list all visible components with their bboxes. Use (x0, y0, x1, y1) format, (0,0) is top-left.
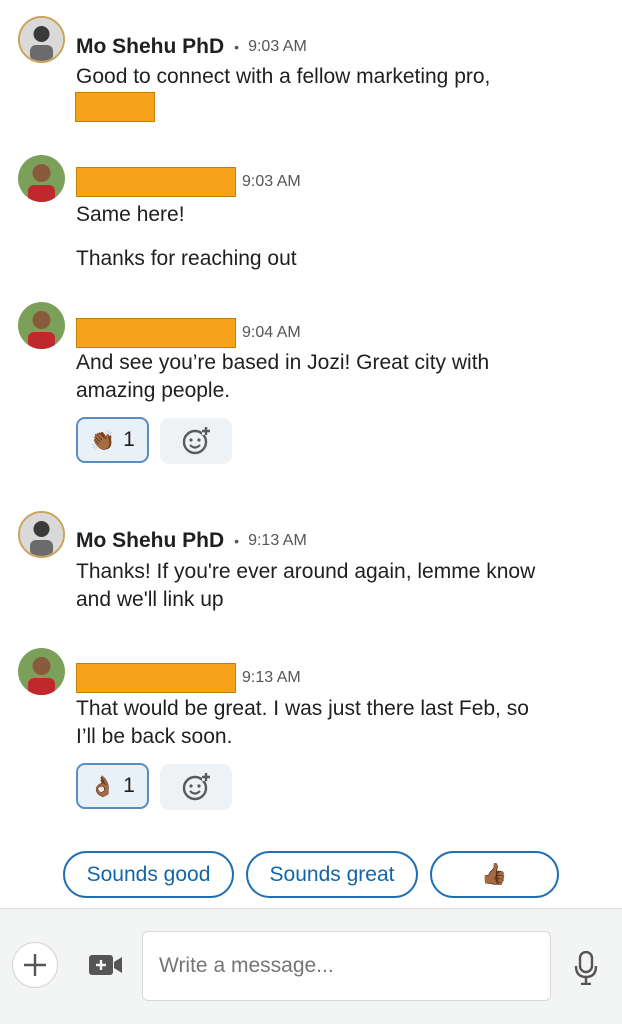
avatar[interactable] (18, 16, 65, 63)
avatar[interactable] (18, 155, 65, 202)
message-text: I’ll be back soon. (76, 725, 233, 748)
message-input[interactable] (142, 931, 551, 1001)
message-time: 9:03 AM (242, 173, 301, 190)
quick-reply-sounds-good[interactable]: Sounds good (63, 851, 234, 898)
reaction-chip[interactable]: 👏🏾 1 (76, 417, 149, 463)
microphone-icon (574, 951, 598, 985)
message-text: Thanks for reaching out (76, 247, 297, 270)
video-button[interactable] (88, 950, 124, 980)
add-reaction-button[interactable] (160, 418, 232, 464)
message-composer (0, 908, 622, 1024)
message-text: amazing people. (76, 379, 231, 402)
separator-dot: • (234, 533, 240, 549)
message-time: 9:04 AM (242, 324, 301, 341)
message-text: That would be great. I was just there la… (76, 697, 529, 720)
message-text: and we'll link up (76, 588, 224, 611)
sender-name[interactable]: Mo Shehu PhD (76, 35, 224, 59)
quick-replies: Sounds good Sounds great 👍🏾 (0, 851, 622, 899)
redacted-sender-name (76, 663, 236, 693)
reaction-chip[interactable]: 👌🏾 1 (76, 763, 149, 809)
avatar[interactable] (18, 302, 65, 349)
message-text: Good to connect with a fellow marketing … (76, 65, 491, 88)
message-text: Same here! (76, 203, 185, 226)
redacted-sender-name (76, 318, 236, 348)
microphone-button[interactable] (572, 951, 600, 985)
reaction-count: 1 (123, 774, 135, 797)
redacted-sender-name (76, 167, 236, 197)
redacted-name (75, 92, 155, 122)
plus-icon (24, 954, 46, 976)
add-reaction-button[interactable] (160, 764, 232, 810)
add-reaction-icon (182, 773, 210, 801)
message-time: 9:13 AM (248, 532, 307, 549)
message-text: And see you’re based in Jozi! Great city… (76, 351, 490, 374)
message-time: 9:13 AM (242, 669, 301, 686)
add-reaction-icon (182, 427, 210, 455)
avatar[interactable] (18, 511, 65, 558)
message-text: Thanks! If you're ever around again, lem… (76, 560, 536, 583)
message-thread: Mo Shehu PhD • 9:03 AM Good to connect w… (0, 0, 622, 908)
message-time: 9:03 AM (248, 38, 307, 55)
sender-name[interactable]: Mo Shehu PhD (76, 529, 224, 553)
ok-hand-emoji: 👌🏾 (90, 775, 116, 798)
avatar[interactable] (18, 648, 65, 695)
clap-emoji: 👏🏾 (90, 429, 116, 452)
reaction-count: 1 (123, 428, 135, 451)
attach-button[interactable] (12, 942, 58, 988)
video-add-icon (89, 955, 122, 975)
separator-dot: • (234, 39, 240, 55)
quick-reply-thumbs-up[interactable]: 👍🏾 (430, 851, 559, 898)
quick-reply-sounds-great[interactable]: Sounds great (246, 851, 418, 898)
